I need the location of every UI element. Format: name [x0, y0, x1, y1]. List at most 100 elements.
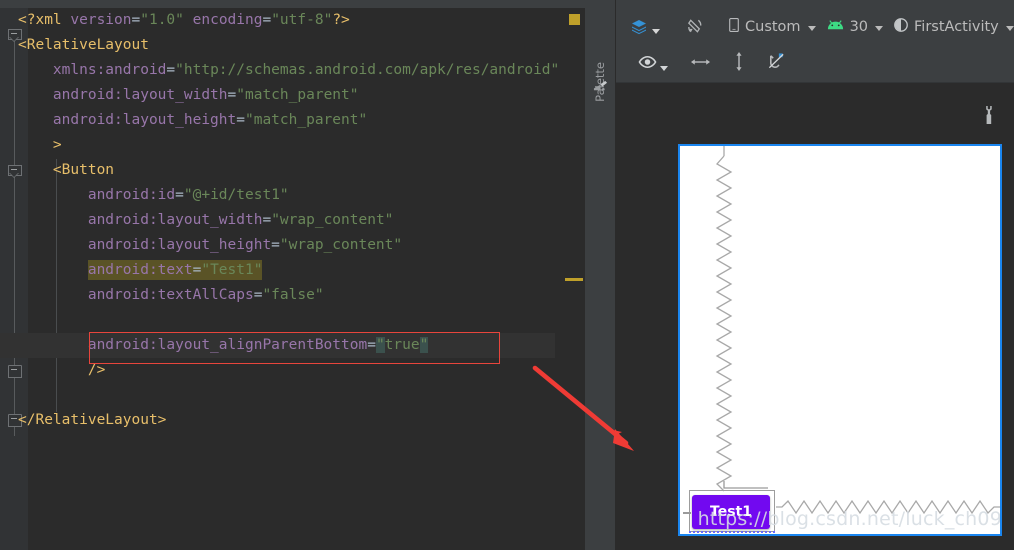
clear-constraints-button[interactable] [759, 49, 794, 78]
code-tokens: <Button [53, 162, 114, 178]
code-token: android:layout_width [87, 212, 263, 228]
code-token: "utf-8" [271, 12, 333, 28]
code-tokens: /> [88, 362, 105, 378]
chevron-down-icon [1005, 25, 1014, 31]
constraint-spring-vertical [715, 146, 733, 492]
code-token: = [175, 187, 184, 203]
sidebar-item-component-tree[interactable]: Component Tree [585, 440, 615, 550]
code-tokens: android:layout_alignParentBottom="true" [88, 337, 429, 353]
code-tokens: android:id="@+id/test1" [88, 187, 289, 203]
chevron-down-icon [652, 28, 660, 34]
device-screen[interactable]: Test1 https://blog.csdn.net/luck_ch09 [680, 146, 1000, 534]
caret-position-marker[interactable] [565, 278, 583, 281]
vertical-guideline-button[interactable] [725, 48, 753, 79]
code-token: = [236, 112, 245, 128]
code-line[interactable] [0, 383, 555, 408]
phone-icon [728, 17, 740, 37]
device-preview-frame[interactable]: Test1 https://blog.csdn.net/luck_ch09 [678, 144, 1002, 536]
code-token: "wrap_content" [271, 212, 394, 228]
code-line[interactable]: <Button [0, 158, 555, 183]
design-preview-panel: Custom 30 FirstActivity Test1 https://bl… [616, 0, 1014, 550]
code-tokens: > [53, 137, 62, 153]
code-token: version [70, 12, 132, 28]
code-token: " [419, 337, 429, 353]
code-line[interactable]: xmlns:android="http://schemas.android.co… [0, 58, 559, 83]
code-line[interactable]: android:textAllCaps="false" [0, 283, 555, 308]
clear-constraints-icon [767, 52, 786, 75]
arrows-vertical-icon [733, 51, 745, 76]
design-surface-button[interactable] [622, 15, 668, 39]
theme-label: FirstActivity [914, 18, 999, 35]
code-token: </RelativeLayout> [18, 412, 167, 428]
code-line[interactable] [0, 308, 555, 333]
chevron-down-icon [875, 25, 884, 31]
editor-marker-strip[interactable] [557, 8, 585, 550]
device-selector[interactable]: Custom [723, 15, 821, 39]
design-tools-wrench-icon[interactable] [982, 105, 996, 125]
code-line[interactable]: > [0, 133, 555, 158]
code-token: <?xml [18, 12, 71, 28]
code-tokens: <RelativeLayout [18, 37, 149, 53]
code-token: = [262, 12, 272, 28]
code-line[interactable]: </RelativeLayout> [0, 408, 555, 433]
code-tokens: android:layout_width="match_parent" [53, 87, 359, 103]
eye-icon [638, 55, 657, 73]
palette-icon [593, 78, 608, 93]
theme-selector[interactable]: FirstActivity [888, 15, 1014, 39]
code-content[interactable]: <?xml version="1.0" encoding="utf-8"?> <R… [0, 8, 559, 433]
code-token: "false" [262, 287, 324, 303]
code-token: "http://schemas.android.com/apk/res/andr… [175, 62, 560, 78]
android-icon [826, 19, 845, 35]
code-line[interactable]: android:layout_height="match_parent" [0, 108, 555, 133]
code-token: android:id [87, 187, 176, 203]
code-tokens: <?xml version="1.0" encoding="utf-8"?> [18, 12, 350, 28]
code-line[interactable]: <?xml version="1.0" encoding="utf-8"?> [0, 8, 555, 33]
code-token: "wrap_content" [279, 237, 403, 253]
design-canvas[interactable]: Test1 https://blog.csdn.net/luck_ch09 [616, 83, 1014, 550]
code-token: "Test1" [201, 262, 263, 278]
code-line[interactable]: android:layout_width="match_parent" [0, 83, 555, 108]
code-line[interactable]: <RelativeLayout [0, 33, 555, 58]
code-tokens: android:text="Test1" [87, 260, 263, 280]
code-token: android:layout_height [52, 112, 237, 128]
code-token: "match_parent" [236, 87, 359, 103]
code-token: = [166, 62, 176, 78]
code-token: android:layout_width [52, 87, 228, 103]
code-token: android:textAllCaps [87, 287, 254, 303]
code-line[interactable]: /> [0, 358, 555, 383]
design-toolbar-row-1: Custom 30 FirstActivity [616, 8, 1014, 45]
chevron-down-icon [660, 66, 668, 71]
warning-marker[interactable] [569, 14, 580, 25]
code-line[interactable]: android:layout_width="wrap_content" [0, 208, 555, 233]
xml-code-editor[interactable]: <?xml version="1.0" encoding="utf-8"?> <R… [0, 0, 585, 550]
sidebar-item-palette[interactable]: Palette [585, 0, 615, 110]
code-token: <Button [52, 162, 115, 178]
horizontal-guideline-button[interactable] [682, 53, 719, 75]
tool-window-tabs: Palette Component Tree [585, 0, 616, 550]
api-level-label: 30 [849, 18, 869, 35]
code-line[interactable]: android:id="@+id/test1" [0, 183, 555, 208]
code-token: = [227, 87, 237, 103]
api-level-selector[interactable]: 30 [821, 17, 888, 37]
code-token: xmlns:android [52, 62, 167, 78]
orientation-button[interactable] [678, 14, 713, 39]
code-token: "match_parent" [244, 112, 368, 128]
code-token: = [271, 237, 280, 253]
code-token: "1.0" [140, 12, 184, 28]
code-token: android:layout_height [87, 237, 272, 253]
code-line[interactable]: android:layout_alignParentBottom="true" [0, 333, 555, 358]
code-line[interactable]: android:layout_height="wrap_content" [0, 233, 555, 258]
code-line[interactable]: android:text="Test1" [0, 258, 555, 283]
view-options-button[interactable] [630, 52, 676, 76]
